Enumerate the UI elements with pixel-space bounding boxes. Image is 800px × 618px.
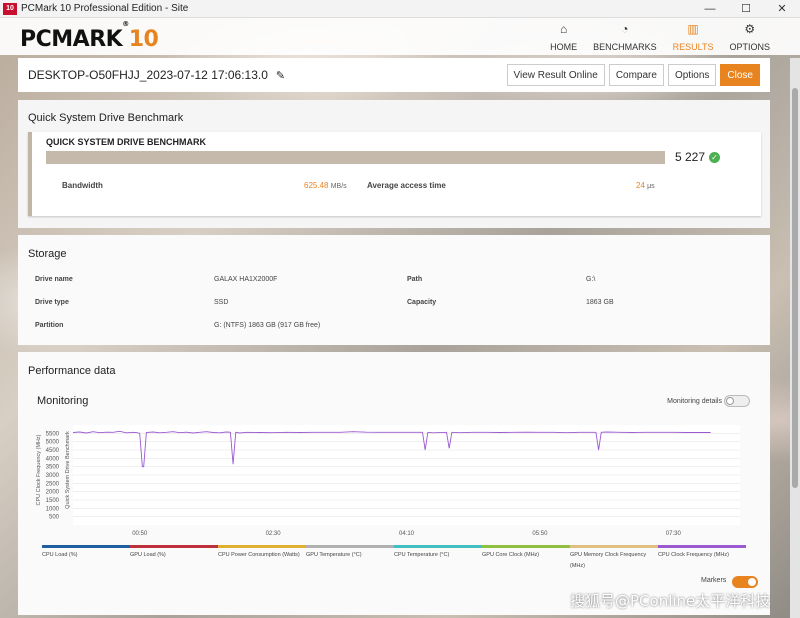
monitoring-chart: 500 1000 1500 2000 2500 3000 3500 4000 4500 5000 5…: [36, 425, 740, 537]
y-axis-ticks: 500 1000 1500 2000 2500 3000 3500 4000 4500 5000 5…: [46, 431, 60, 520]
legend-label: CPU Load (%): [42, 552, 78, 558]
markers-label: Markers: [701, 577, 727, 584]
chart-legend: CPU Load (%) GPU Load (%) CPU Power Consum…: [42, 545, 746, 572]
legend-label: CPU Temperature (°C): [394, 552, 450, 558]
legend-label: GPU Core Clock (MHz): [482, 552, 540, 558]
legend-label: CPU Power Consumption (Watts): [218, 552, 300, 558]
y-tick-label: 4500: [46, 448, 60, 454]
legend-label: GPU Temperature (°C): [306, 552, 362, 558]
legend-item: GPU Core Clock (MHz): [482, 545, 570, 572]
x-tick-label: 04:10: [399, 531, 415, 537]
legend-swatch: [218, 545, 306, 548]
legend-item: CPU Temperature (°C): [394, 545, 482, 572]
y-tick-label: 5500: [46, 431, 60, 437]
legend-swatch: [394, 545, 482, 548]
x-tick-label: 00:50: [132, 531, 148, 537]
y-tick-label: 3000: [46, 473, 60, 479]
y-tick-label: 5000: [46, 440, 60, 446]
legend-item: CPU Load (%): [42, 545, 130, 572]
y-tick-label: 4000: [46, 456, 60, 462]
y-tick-label: 1500: [46, 498, 60, 504]
x-tick-label: 07:30: [666, 531, 682, 537]
chart-grid: [73, 425, 740, 525]
scrollbar[interactable]: [790, 58, 800, 618]
legend-swatch: [570, 545, 658, 548]
legend-swatch: [130, 545, 218, 548]
legend-item: GPU Load (%): [130, 545, 218, 572]
x-tick-label: 02:30: [266, 531, 282, 537]
legend-item: CPU Power Consumption (Watts): [218, 545, 306, 572]
y-tick-label: 2000: [46, 490, 60, 496]
legend-label: GPU Load (%): [130, 552, 166, 558]
legend-item: CPU Clock Frequency (MHz): [658, 545, 746, 572]
legend-swatch: [306, 545, 394, 548]
y-tick-label: 2500: [46, 481, 60, 487]
y-tick-label: 500: [49, 515, 60, 521]
legend-swatch: [42, 545, 130, 548]
legend-item: GPU Memory Clock Frequency (MHz): [570, 545, 658, 572]
x-axis-ticks: 00:50 02:30 04:10 05:50 07:30: [132, 531, 681, 537]
y-tick-label: 1000: [46, 506, 60, 512]
legend-label: GPU Memory Clock Frequency (MHz): [570, 552, 647, 569]
markers-toggle[interactable]: [732, 576, 758, 588]
y-axis-label-outer: CPU Clock Frequency (MHz): [36, 434, 42, 505]
legend-swatch: [658, 545, 746, 548]
x-tick-label: 05:50: [532, 531, 548, 537]
legend-label: CPU Clock Frequency (MHz): [658, 552, 729, 558]
y-tick-label: 3500: [46, 465, 60, 471]
y-axis-label-inner: Quick System Drive Benchmark: [65, 431, 71, 509]
legend-swatch: [482, 545, 570, 548]
legend-item: GPU Temperature (°C): [306, 545, 394, 572]
watermark: 搜狐号@PConline太平洋科技: [570, 592, 771, 610]
